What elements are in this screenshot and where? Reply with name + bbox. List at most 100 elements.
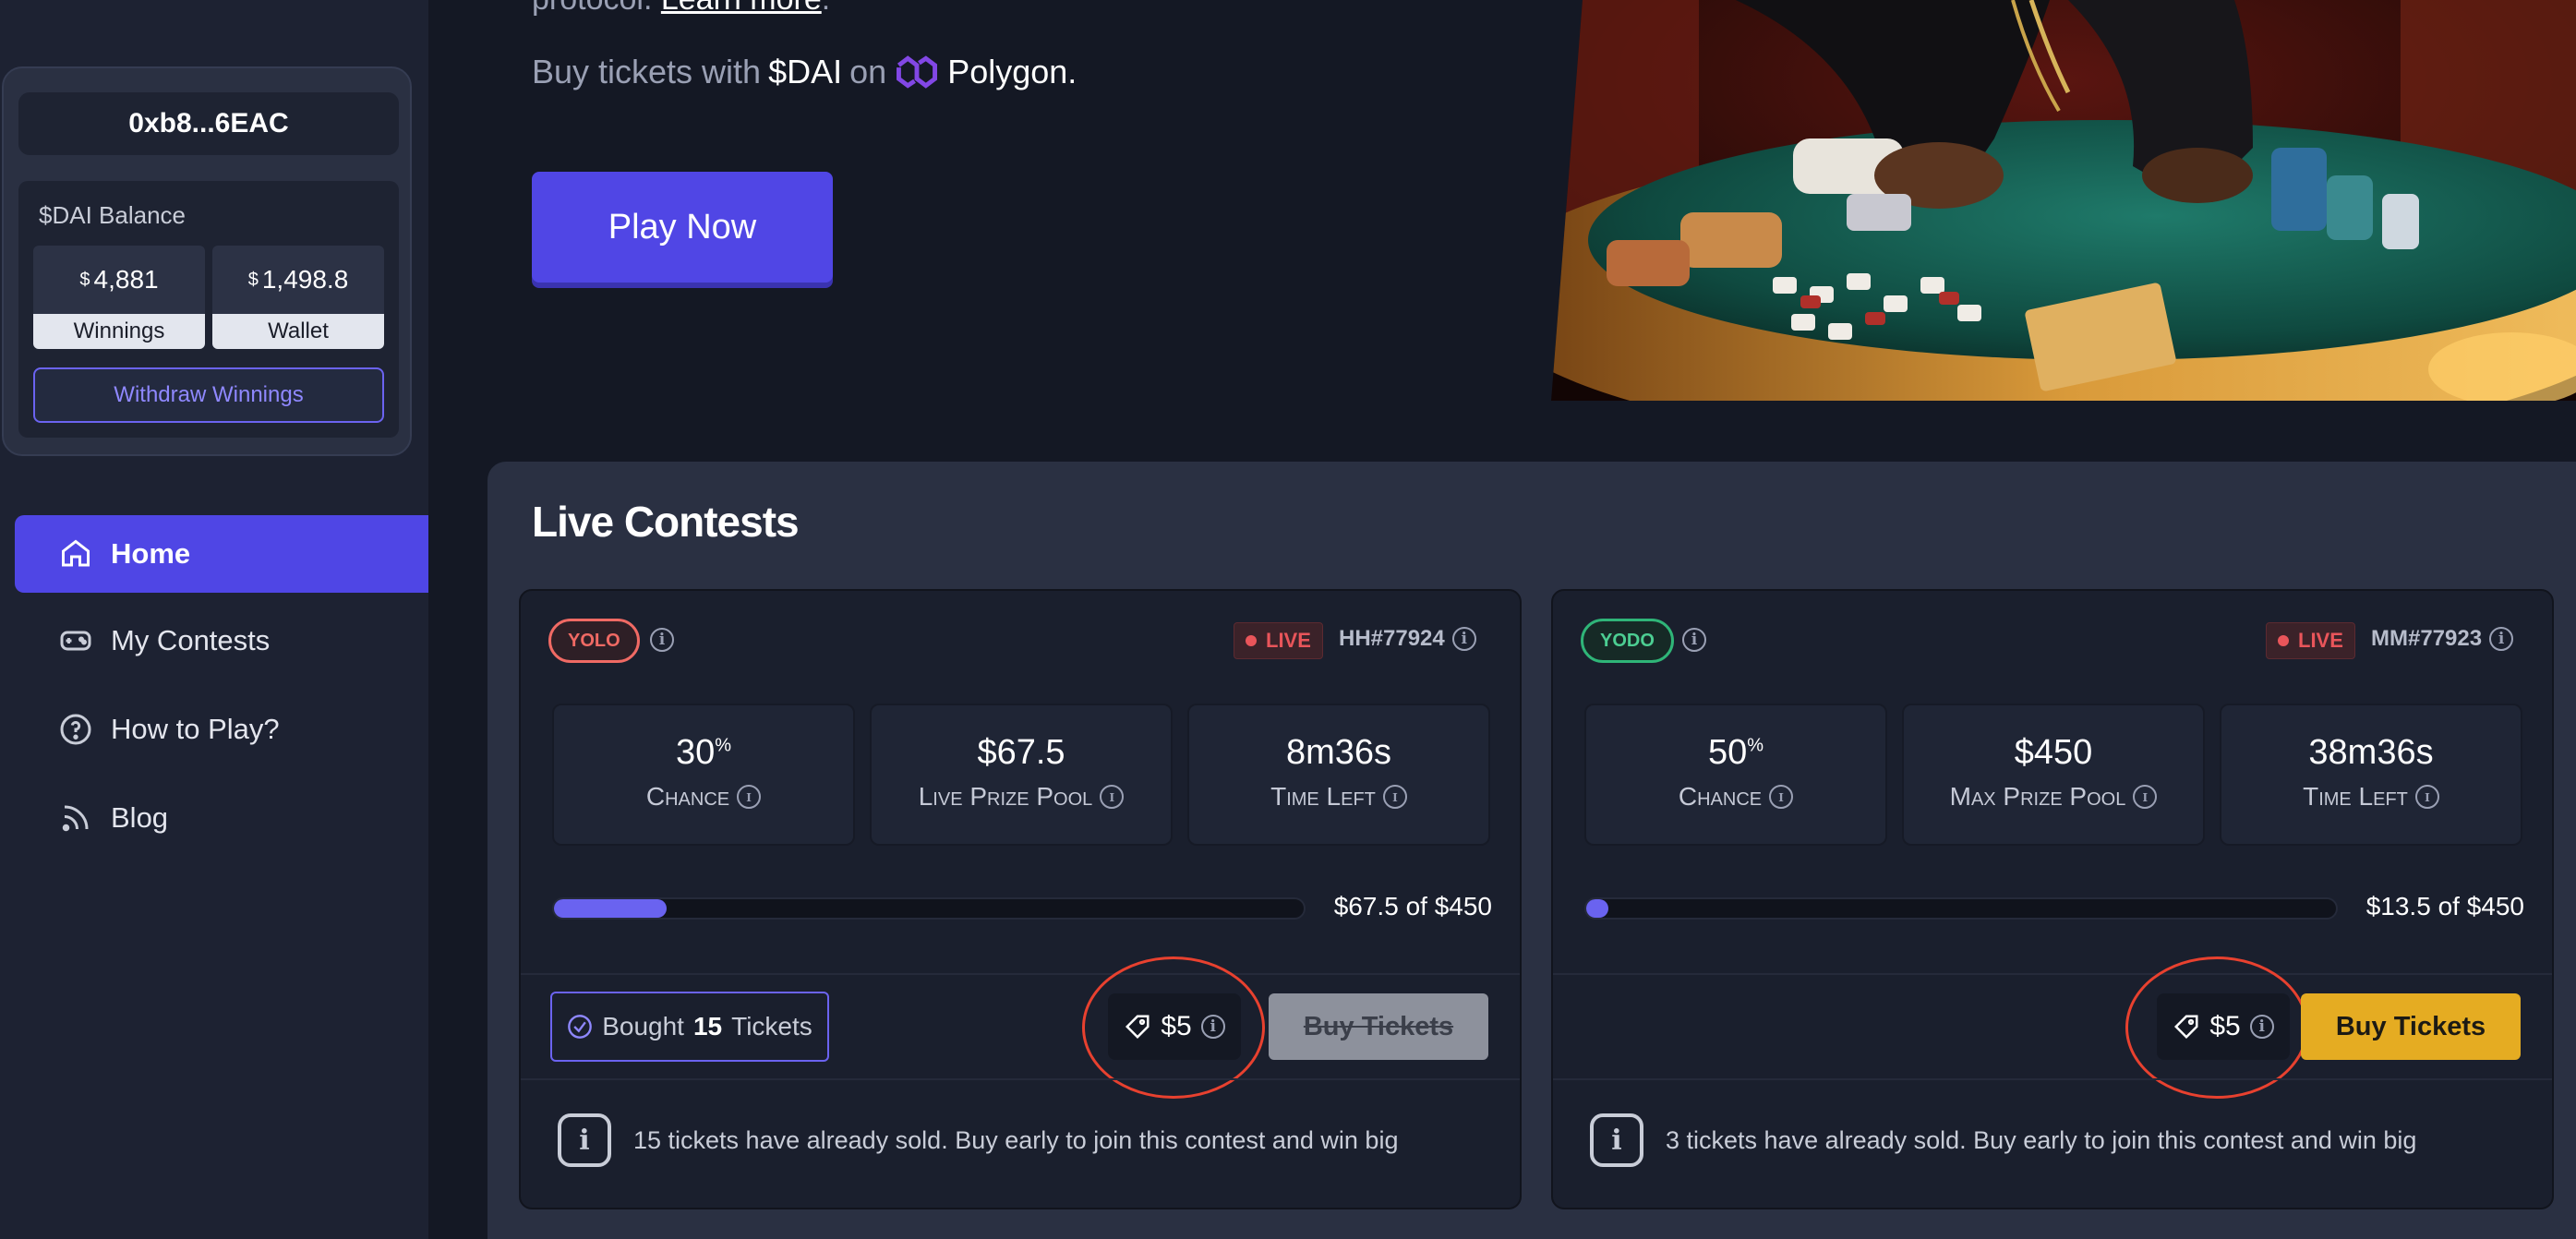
contest-note: i 15 tickets have already sold. Buy earl… (558, 1113, 1398, 1167)
stat-caption: Max Prize Pool (1949, 782, 2126, 811)
live-contests-title: Live Contests (532, 498, 800, 546)
balance-box: $DAI Balance $4,881 Winnings $1,498.8 Wa… (18, 181, 399, 438)
wallet-currency: $ (247, 269, 259, 290)
bought-count: 15 (692, 1012, 723, 1041)
nav-label-blog: Blog (111, 801, 169, 834)
stat-value: 8m36s (1285, 733, 1392, 772)
info-icon[interactable]: i (1769, 785, 1794, 809)
buy-tickets-button[interactable]: Buy Tickets (1269, 993, 1488, 1060)
sidebar: 0xb8...6EAC $DAI Balance $4,881 Winnings… (0, 0, 428, 1239)
hero-poker-image (1551, 0, 2576, 401)
learn-more-link[interactable]: Learn more (661, 0, 822, 17)
dai-token: $DAI (768, 53, 843, 90)
live-badge: LIVE (1234, 622, 1323, 659)
nav-item-how-to-play[interactable]: How to Play? (15, 691, 428, 768)
nav-label-home: Home (111, 537, 191, 570)
contest-type-tag: YODO (1581, 619, 1674, 663)
stat-unit: % (715, 735, 732, 756)
hero-line2-mid: on (849, 53, 887, 90)
wallet-card: 0xb8...6EAC $DAI Balance $4,881 Winnings… (2, 66, 412, 456)
info-box-icon: i (1590, 1113, 1643, 1167)
info-icon[interactable]: i (650, 628, 674, 652)
bought-tickets-badge: Bought 15 Tickets (550, 992, 829, 1062)
wallet-address[interactable]: 0xb8...6EAC (18, 92, 399, 155)
info-icon[interactable]: i (1682, 628, 1706, 652)
stat-caption: Time Left (2303, 782, 2408, 811)
contest-id-text: MM#77923 (2371, 626, 2483, 651)
hero-line1-suffix: . (822, 0, 830, 17)
home-icon (62, 539, 90, 567)
nav-item-home[interactable]: Home (15, 515, 428, 593)
stat-chance: 50% Chance i (1584, 704, 1887, 846)
note-text: 15 tickets have already sold. Buy early … (633, 1125, 1399, 1154)
nav-item-my-contests[interactable]: My Contests (15, 602, 428, 680)
stat-value: $450 (2014, 733, 2093, 772)
stat-caption: Time Left (1270, 782, 1376, 811)
hero-line1-prefix: protocol. (532, 0, 652, 17)
info-icon[interactable]: i (2489, 627, 2514, 651)
contest-id-text: HH#77924 (1339, 626, 1445, 651)
live-badge: LIVE (2266, 622, 2355, 659)
stat-time-left: 8m36s Time Left i (1187, 704, 1490, 846)
divider (521, 1078, 1520, 1080)
nav-item-blog[interactable]: Blog (15, 779, 428, 857)
stat-prize-pool: $450 Max Prize Pool i (1902, 704, 2205, 846)
winnings-currency: $ (79, 269, 90, 290)
progress-fill (554, 899, 667, 918)
stat-chance: 30% Chance i (552, 704, 855, 846)
live-contests-panel: Live Contests YOLO i LIVE HH#77924 i 30% … (488, 462, 2576, 1239)
info-icon[interactable]: i (1100, 785, 1125, 809)
progress-fill (1586, 899, 1609, 918)
prize-progress-bar (552, 897, 1306, 920)
bought-prefix: Bought (602, 1012, 684, 1041)
stat-value: 38m36s (2308, 733, 2434, 772)
play-now-button[interactable]: Play Now (532, 172, 833, 283)
nav-label-how-to-play: How to Play? (111, 713, 280, 745)
info-icon[interactable]: i (1382, 785, 1407, 809)
divider (1553, 1078, 2552, 1080)
withdraw-winnings-button[interactable]: Withdraw Winnings (33, 367, 384, 423)
balance-title: $DAI Balance (39, 201, 186, 229)
divider (521, 973, 1520, 975)
live-dot-icon (1246, 635, 1257, 646)
hero-line2-prefix: Buy tickets with (532, 53, 762, 90)
live-dot-icon (2278, 635, 2289, 646)
stat-value: 30 (675, 733, 716, 772)
gamepad-icon (60, 631, 91, 651)
info-icon[interactable]: i (2133, 785, 2158, 809)
info-icon[interactable]: i (1451, 627, 1476, 651)
prize-progress-bar (1584, 897, 2338, 920)
hero-tagline: Buy tickets with $DAI on Polygon. (532, 52, 1084, 92)
progress-text: $67.5 of $450 (1333, 892, 1492, 920)
info-icon[interactable]: i (2414, 785, 2439, 809)
progress-text: $13.5 of $450 (2365, 892, 2524, 920)
stat-caption: Chance (645, 782, 730, 811)
annotation-circle (2125, 956, 2308, 1099)
live-label: LIVE (1266, 629, 1311, 652)
wallet-label: Wallet (212, 314, 384, 349)
annotation-circle (1082, 956, 1265, 1099)
winnings-label: Winnings (33, 314, 205, 349)
hero-description: protocol. Learn more. (532, 0, 830, 18)
winnings-amount: 4,881 (93, 265, 159, 294)
wallet-amount: 1,498.8 (261, 265, 349, 294)
stat-caption: Live Prize Pool (918, 782, 1093, 811)
contest-id: HH#77924 i (1339, 626, 1476, 652)
stat-time-left: 38m36s Time Left i (2220, 704, 2522, 846)
live-label: LIVE (2298, 629, 2343, 652)
info-icon[interactable]: i (737, 785, 762, 809)
stat-prize-pool: $67.5 Live Prize Pool i (870, 704, 1173, 846)
contest-card-yolo: YOLO i LIVE HH#77924 i 30% Chance i $67.5 … (519, 589, 1522, 1209)
stat-value: $67.5 (977, 733, 1065, 772)
contest-note: i 3 tickets have already sold. Buy early… (1590, 1113, 2416, 1167)
stat-value: 50 (1707, 733, 1748, 772)
bought-suffix: Tickets (731, 1012, 813, 1041)
rss-icon (62, 805, 89, 832)
buy-tickets-button[interactable]: Buy Tickets (2301, 993, 2521, 1060)
winnings-tile: $4,881 Winnings (33, 246, 205, 349)
contest-id: MM#77923 i (2371, 626, 2514, 652)
stat-caption: Chance (1678, 782, 1763, 811)
polygon-chain: Polygon. (947, 53, 1077, 90)
note-text: 3 tickets have already sold. Buy early t… (1666, 1125, 2417, 1154)
wallet-tile: $1,498.8 Wallet (212, 246, 384, 349)
